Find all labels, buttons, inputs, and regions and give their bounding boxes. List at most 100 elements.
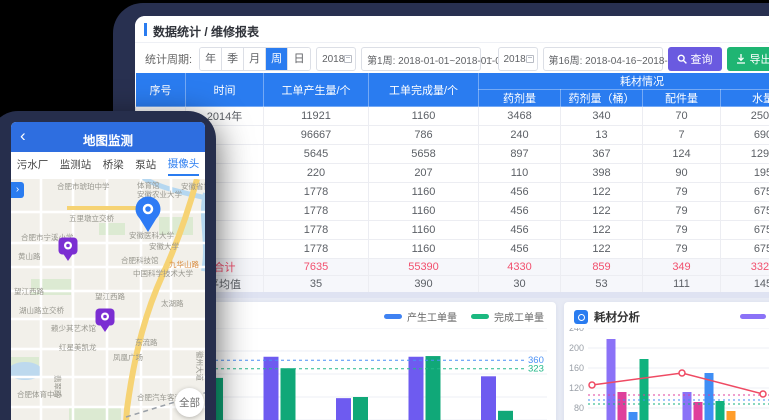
phone-tab[interactable]: 监测站 (60, 157, 92, 175)
panel-expander-button[interactable]: › (11, 182, 24, 198)
table-cell: 240 (479, 126, 561, 145)
phone-tab[interactable]: 桥梁 (103, 157, 124, 175)
table-row: 422020711039890195 (136, 164, 769, 183)
table-cell: 7 (643, 126, 721, 145)
table-cell: 897 (479, 145, 561, 164)
period-option[interactable]: 年 (200, 48, 222, 70)
y-tick-label: 120 (569, 383, 584, 393)
map-label: 合肥市琥珀中学 (57, 181, 110, 191)
export-excel-button[interactable]: 导出Excel (727, 47, 769, 71)
table-cell: 1778 (264, 240, 369, 259)
table-cell: 1295 (721, 145, 769, 164)
bar (683, 392, 692, 420)
column-header: 时间 (186, 73, 264, 107)
end-week-input[interactable]: 第16周: 2018-04-16~2018-04-22 (543, 47, 663, 71)
start-week-input[interactable]: 第1周: 2018-01-01~2018-01-07 (361, 47, 481, 71)
table-cell: 124 (643, 145, 721, 164)
phone-tab[interactable]: 污水厂 (17, 157, 49, 175)
period-option[interactable]: 季 (222, 48, 244, 70)
query-button[interactable]: 查询 (668, 47, 722, 71)
table-cell: 79 (643, 202, 721, 221)
table-row: 12014年1192111603468340702505 (136, 107, 769, 126)
phone-tab[interactable]: 泵站 (135, 157, 156, 175)
sub-column-header: 水量 (721, 90, 769, 107)
total-row: 合计76355539043308593493325 (136, 259, 769, 276)
map-view[interactable]: 合肥市琥珀中学体育馆安徽农业大学安徽省博物馆五里墩立交桥合肥市宁溪小学安徽医科大… (11, 179, 205, 420)
average-cell: 145 (721, 276, 769, 293)
end-year-select[interactable]: 2018 (498, 47, 538, 71)
legend-swatch-clipped[interactable] (740, 314, 766, 319)
table-cell: 786 (369, 126, 479, 145)
calendar-icon (344, 55, 352, 63)
map-canvas: 合肥市琥珀中学体育馆安徽农业大学安徽省博物馆五里墩立交桥合肥市宁溪小学安徽医科大… (11, 179, 205, 420)
total-cell: 55390 (369, 259, 479, 276)
table-cell: 79 (643, 240, 721, 259)
table-cell: 1160 (369, 240, 479, 259)
map-label: 望江西路 (95, 291, 125, 301)
phone-tab-bar: 污水厂监测站桥梁泵站摄像头 (11, 152, 205, 179)
table-cell: 456 (479, 221, 561, 240)
table-cell: 1160 (369, 183, 479, 202)
bar (640, 359, 649, 420)
table-row: 81778116045612279675 (136, 240, 769, 259)
table-cell: 11921 (264, 107, 369, 126)
legend-label: 完成工单量 (494, 309, 544, 324)
y-tick-label: 240 (569, 328, 584, 333)
trend-line (592, 373, 763, 394)
table-cell: 1160 (369, 202, 479, 221)
sub-column-header: 药剂量（桶） (561, 90, 643, 107)
export-button-label: 导出Excel (750, 51, 769, 67)
search-icon (677, 54, 687, 64)
table-cell: 1778 (264, 202, 369, 221)
column-header: 工单完成量/个 (369, 73, 479, 107)
bar (607, 339, 616, 420)
table-cell: 1778 (264, 183, 369, 202)
phone-tab[interactable]: 摄像头 (168, 156, 200, 176)
table-cell: 122 (561, 202, 643, 221)
legend-item[interactable]: 产生工单量 (384, 309, 457, 324)
map-label: 体育馆 (137, 180, 160, 190)
start-year-select[interactable]: 2018 (316, 47, 356, 71)
legend-item[interactable]: 完成工单量 (471, 309, 544, 324)
bar-completed (426, 356, 441, 420)
map-label: 合肥科技馆 (121, 255, 159, 265)
download-icon (736, 54, 746, 64)
sub-column-header: 配件量 (643, 90, 721, 107)
breadcrumb-row: 数据统计 / 维修报表 (135, 16, 769, 42)
period-option[interactable]: 周 (266, 48, 288, 70)
report-table: 序号时间工单产生量/个工单完成量/个耗材情况药剂量药剂量（桶）配件量水量 120… (135, 72, 769, 293)
period-option[interactable]: 月 (244, 48, 266, 70)
phone-page-title: 地图监测 (11, 130, 205, 149)
table-cell: 122 (561, 221, 643, 240)
table-cell: 70 (643, 107, 721, 126)
query-button-label: 查询 (691, 51, 713, 67)
bar-produced (409, 357, 424, 420)
total-cell: 3325 (721, 259, 769, 276)
map-label: 黄山路 (18, 251, 41, 261)
column-header: 序号 (136, 73, 186, 107)
table-header-row: 序号时间工单产生量/个工单完成量/个耗材情况 (136, 73, 769, 90)
table-cell: 340 (561, 107, 643, 126)
map-label: 红星美凯龙 (59, 342, 97, 352)
map-label: 徽州大道 (195, 351, 205, 381)
y-tick-label: 160 (569, 363, 584, 373)
filter-toolbar: 统计周期: 年季月周日 2018 第1周: 2018-01-01~2018-01… (145, 47, 769, 71)
park-area (69, 407, 121, 420)
breadcrumb-accent-bar (144, 23, 147, 36)
map-label: 凤凰广场 (113, 352, 143, 362)
chart-title-row: 耗材分析 (574, 309, 640, 325)
bar-completed (281, 368, 296, 420)
start-year-value: 2018 (322, 54, 344, 65)
filter-label: 统计周期: (145, 51, 192, 67)
pin-head (136, 197, 161, 222)
legend-swatch (384, 314, 402, 319)
table-cell: 207 (369, 164, 479, 183)
camera-lens-inner (66, 244, 70, 248)
end-year-value: 2018 (504, 54, 526, 65)
table-cell: 675 (721, 221, 769, 240)
table-cell: 195 (721, 164, 769, 183)
bar-produced (481, 376, 496, 420)
period-segmented-control: 年季月周日 (199, 47, 311, 71)
period-option[interactable]: 日 (288, 48, 310, 70)
show-all-button[interactable]: 全部 (175, 388, 204, 417)
